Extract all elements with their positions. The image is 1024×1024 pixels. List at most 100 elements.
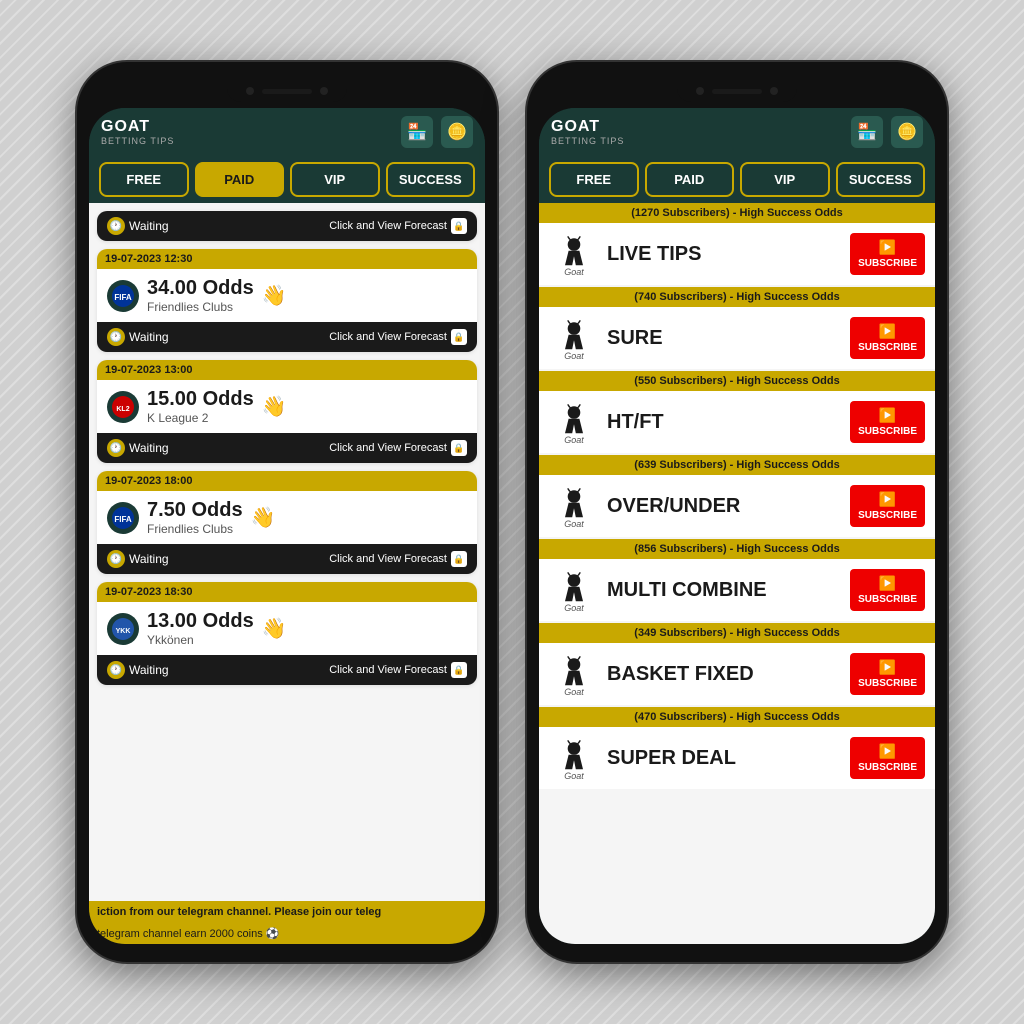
goat-label-1: Goat: [564, 351, 584, 361]
lock-2: 🔒: [451, 551, 467, 567]
ticker-2-text: telegram channel earn 2000 coins ⚽: [97, 927, 279, 940]
subscribe-btn-4[interactable]: ▶️ SUBSCRIBE: [850, 569, 925, 611]
forecast-label-1: Click and View Forecast: [329, 442, 447, 454]
tab-success[interactable]: SUCCESS: [386, 162, 476, 197]
forecast-btn-1[interactable]: Click and View Forecast 🔒: [329, 440, 467, 456]
subscribe-btn-1[interactable]: ▶️ SUBSCRIBE: [850, 317, 925, 359]
app-title: GOAT: [101, 118, 174, 136]
yt-icon-1: ▶️: [879, 323, 896, 340]
hand-icon-3: 👋: [262, 616, 287, 641]
goat-logo-2: Goat: [549, 399, 599, 445]
clock-2: 🕐: [107, 550, 125, 568]
yt-icon-5: ▶️: [879, 659, 896, 676]
forecast-btn-2[interactable]: Click and View Forecast 🔒: [329, 551, 467, 567]
notch-right: [677, 80, 797, 102]
forecast-label: Click and View Forecast: [329, 220, 447, 232]
bet-card-1: 19-07-2023 13:00 KL2 15.00 Odds K League…: [97, 360, 477, 463]
clock-1: 🕐: [107, 439, 125, 457]
bet-list: 🕐 Waiting Click and View Forecast 🔒 19-0…: [89, 203, 485, 901]
card-header-2: 19-07-2023 18:00: [97, 471, 477, 491]
waiting-badge: 🕐 Waiting: [107, 217, 169, 235]
forecast-label-3: Click and View Forecast: [329, 664, 447, 676]
lock-1: 🔒: [451, 440, 467, 456]
ticker-1: iction from our telegram channel. Please…: [89, 901, 485, 923]
goat-label-5: Goat: [564, 687, 584, 697]
bet-card-2: 19-07-2023 18:00 FIFA 7.50 Odds Friendli…: [97, 471, 477, 574]
bet-card-0: 19-07-2023 12:30 FIFA 34.00 Odds Friendl…: [97, 249, 477, 352]
nav-tabs-r: FREE PAID VIP SUCCESS: [539, 156, 935, 203]
coins-icon[interactable]: 🪙: [441, 116, 473, 148]
app-subtitle: BETTING TIPS: [101, 136, 174, 146]
store-icon-r[interactable]: 🏪: [851, 116, 883, 148]
svg-text:YKK: YKK: [116, 628, 131, 635]
waiting-label-0: Waiting: [129, 330, 169, 344]
subscribe-label-6: SUBSCRIBE: [858, 762, 917, 773]
sub-body-3: Goat OVER/UNDER ▶️ SUBSCRIBE: [539, 475, 935, 537]
goat-label-4: Goat: [564, 603, 584, 613]
tab-paid[interactable]: PAID: [195, 162, 285, 197]
card-header-1: 19-07-2023 13:00: [97, 360, 477, 380]
sub-header-4: (856 Subscribers) - High Success Odds: [539, 539, 935, 559]
sub-section-5: (349 Subscribers) - High Success Odds Go…: [539, 623, 935, 705]
tab-success-r[interactable]: SUCCESS: [836, 162, 926, 197]
card-header-0: 19-07-2023 12:30: [97, 249, 477, 269]
goat-logo-5: Goat: [549, 651, 599, 697]
tab-vip[interactable]: VIP: [290, 162, 380, 197]
notch-camera: [246, 87, 254, 95]
subscribe-label-1: SUBSCRIBE: [858, 342, 917, 353]
league-logo-2: FIFA: [107, 502, 139, 534]
yt-icon-3: ▶️: [879, 491, 896, 508]
hand-icon-0: 👋: [262, 283, 287, 308]
goat-label-6: Goat: [564, 771, 584, 781]
waiting-1: 🕐 Waiting: [107, 439, 169, 457]
card-body-2: FIFA 7.50 Odds Friendlies Clubs 👋: [97, 491, 477, 544]
bet-odds-3: 13.00 Odds: [147, 610, 254, 633]
subscribe-btn-5[interactable]: ▶️ SUBSCRIBE: [850, 653, 925, 695]
left-phone: GOAT BETTING TIPS 🏪 🪙 FREE PAID VIP SUCC…: [77, 62, 497, 962]
league-logo-3: YKK: [107, 613, 139, 645]
store-icon[interactable]: 🏪: [401, 116, 433, 148]
sub-section-0: (1270 Subscribers) - High Success Odds G…: [539, 203, 935, 285]
bet-date-3: 19-07-2023 18:30: [105, 586, 192, 598]
tab-paid-r[interactable]: PAID: [645, 162, 735, 197]
hand-icon-2: 👋: [251, 505, 276, 530]
goat-logo-4: Goat: [549, 567, 599, 613]
yt-icon-4: ▶️: [879, 575, 896, 592]
waiting-label-2: Waiting: [129, 552, 169, 566]
subscribe-label-5: SUBSCRIBE: [858, 678, 917, 689]
tab-free-r[interactable]: FREE: [549, 162, 639, 197]
subscribe-btn-6[interactable]: ▶️ SUBSCRIBE: [850, 737, 925, 779]
league-logo-1: KL2: [107, 391, 139, 423]
app-logo: GOAT BETTING TIPS: [101, 118, 174, 146]
subscribe-btn-2[interactable]: ▶️ SUBSCRIBE: [850, 401, 925, 443]
sub-header-1: (740 Subscribers) - High Success Odds: [539, 287, 935, 307]
forecast-btn-3[interactable]: Click and View Forecast 🔒: [329, 662, 467, 678]
clock-icon: 🕐: [107, 217, 125, 235]
bet-league-3: Ykkönen: [147, 633, 254, 647]
card-footer-1: 🕐 Waiting Click and View Forecast 🔒: [97, 433, 477, 463]
forecast-btn-0[interactable]: Click and View Forecast 🔒: [329, 329, 467, 345]
notch-speaker: [262, 89, 312, 94]
tab-vip-r[interactable]: VIP: [740, 162, 830, 197]
waiting-2: 🕐 Waiting: [107, 550, 169, 568]
coins-icon-r[interactable]: 🪙: [891, 116, 923, 148]
sub-section-6: (470 Subscribers) - High Success Odds Go…: [539, 707, 935, 789]
bet-date-0: 19-07-2023 12:30: [105, 253, 192, 265]
lock-icon: 🔒: [451, 218, 467, 234]
card-footer-3: 🕐 Waiting Click and View Forecast 🔒: [97, 655, 477, 685]
card-footer: 🕐 Waiting Click and View Forecast 🔒: [97, 211, 477, 241]
notch: [227, 80, 347, 102]
subscribe-btn-0[interactable]: ▶️ SUBSCRIBE: [850, 233, 925, 275]
sub-title-1: SURE: [607, 327, 842, 350]
lock-0: 🔒: [451, 329, 467, 345]
forecast-btn[interactable]: Click and View Forecast 🔒: [329, 218, 467, 234]
right-screen: GOAT BETTING TIPS 🏪 🪙 FREE PAID VIP SUCC…: [539, 108, 935, 944]
subscribe-label-4: SUBSCRIBE: [858, 594, 917, 605]
card-body-1: KL2 15.00 Odds K League 2 👋: [97, 380, 477, 433]
subscribe-btn-3[interactable]: ▶️ SUBSCRIBE: [850, 485, 925, 527]
sub-title-2: HT/FT: [607, 411, 842, 434]
goat-logo-3: Goat: [549, 483, 599, 529]
tab-free[interactable]: FREE: [99, 162, 189, 197]
notch-speaker-r: [712, 89, 762, 94]
goat-label-3: Goat: [564, 519, 584, 529]
